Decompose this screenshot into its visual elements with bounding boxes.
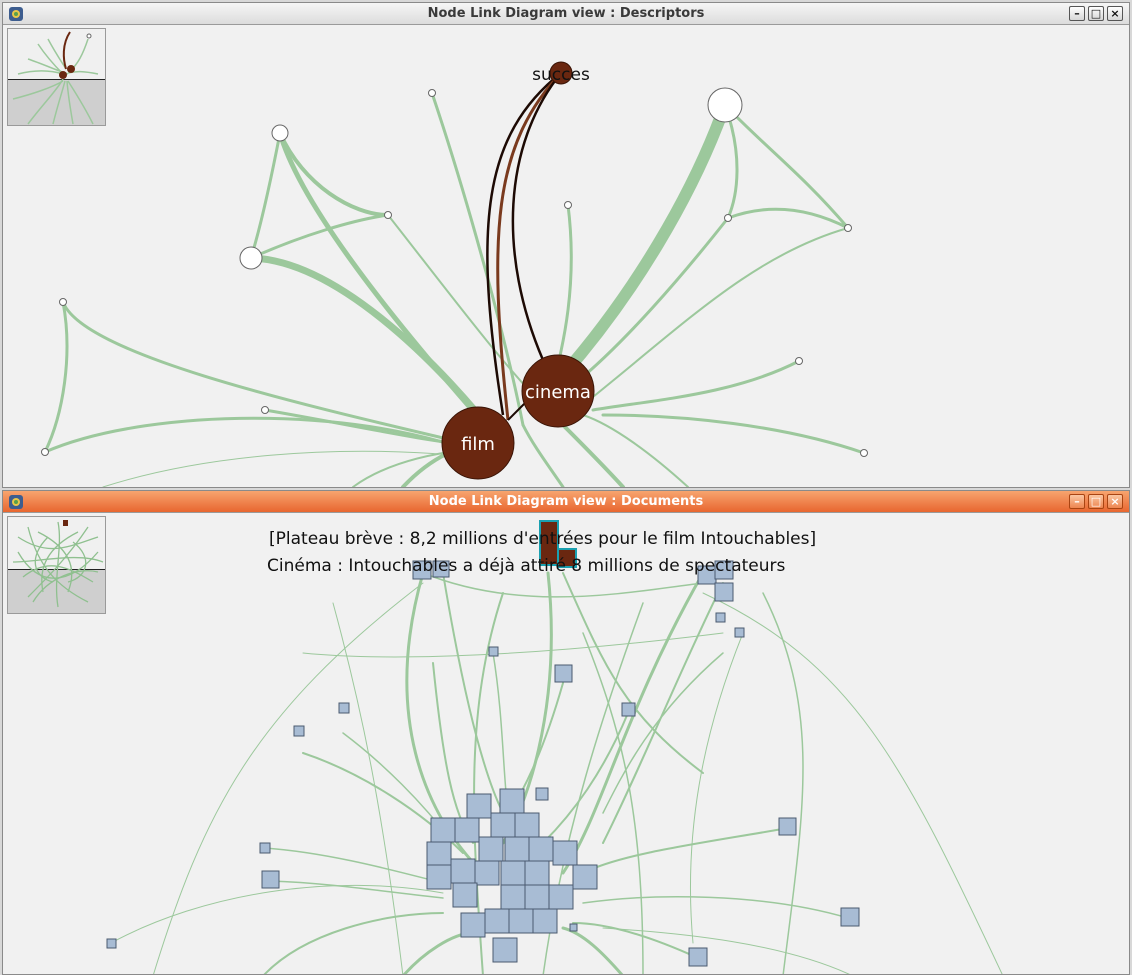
descriptor-node[interactable]	[564, 201, 572, 209]
document-node[interactable]	[548, 884, 574, 910]
descriptors-minimap-graph	[12, 31, 99, 125]
document-label-plateau: [Plateau brève : 8,2 millions d'entrées …	[269, 529, 817, 549]
descriptor-node[interactable]	[59, 298, 67, 306]
maximize-icon: □	[1090, 495, 1102, 508]
minimize-button[interactable]: –	[1069, 494, 1085, 509]
descriptor-nodes	[41, 87, 868, 457]
descriptor-node[interactable]	[271, 124, 289, 142]
document-node[interactable]	[535, 787, 549, 801]
document-node[interactable]	[569, 923, 578, 932]
minimize-icon: –	[1074, 495, 1080, 508]
descriptor-node[interactable]	[724, 214, 732, 222]
document-node[interactable]	[492, 937, 518, 963]
document-node[interactable]	[621, 702, 636, 717]
documents-minimap[interactable]	[7, 516, 106, 614]
maximize-icon: □	[1090, 7, 1102, 20]
document-nodes	[106, 560, 860, 967]
maximize-button[interactable]: □	[1088, 494, 1104, 509]
document-node[interactable]	[499, 788, 525, 814]
document-node[interactable]	[524, 860, 550, 886]
descriptors-minimap[interactable]	[7, 28, 106, 126]
document-node[interactable]	[474, 860, 500, 886]
descriptors-graph-canvas[interactable]: succes cinema film	[3, 25, 1129, 487]
document-node[interactable]	[452, 882, 478, 908]
descriptor-node[interactable]	[860, 449, 868, 457]
descriptor-node[interactable]	[795, 357, 803, 365]
document-node[interactable]	[514, 812, 540, 838]
descriptor-node[interactable]	[239, 246, 263, 270]
document-node[interactable]	[106, 938, 117, 949]
descriptors-window: Node Link Diagram view : Descriptors – □…	[2, 2, 1130, 488]
document-node[interactable]	[688, 947, 708, 967]
documents-window: Node Link Diagram view : Documents – □ ×	[2, 490, 1130, 975]
node-label-film: film	[461, 434, 495, 455]
maximize-button[interactable]: □	[1088, 6, 1104, 21]
document-node[interactable]	[293, 725, 305, 737]
document-node[interactable]	[488, 646, 499, 657]
document-node[interactable]	[450, 858, 476, 884]
descriptor-node[interactable]	[428, 89, 436, 97]
document-node[interactable]	[500, 860, 526, 886]
document-node[interactable]	[259, 842, 271, 854]
documents-minimap-graph	[12, 520, 104, 608]
document-node[interactable]	[572, 864, 598, 890]
document-node[interactable]	[466, 793, 492, 819]
document-node[interactable]	[532, 908, 558, 934]
document-node[interactable]	[484, 908, 510, 934]
documents-graph-canvas[interactable]	[3, 513, 1129, 975]
document-node[interactable]	[714, 582, 734, 602]
descriptor-node[interactable]	[261, 406, 269, 414]
document-node[interactable]	[840, 907, 860, 927]
descriptors-titlebar[interactable]: Node Link Diagram view : Descriptors – □…	[3, 3, 1129, 25]
descriptor-node[interactable]	[844, 224, 852, 232]
document-node[interactable]	[500, 884, 526, 910]
descriptors-window-title: Node Link Diagram view : Descriptors	[427, 6, 705, 21]
document-label-cinema: Cinéma : Intouchables a déjà attiré 8 mi…	[267, 556, 786, 576]
node-label-cinema: cinema	[525, 382, 591, 403]
document-node[interactable]	[426, 864, 452, 890]
minimize-button[interactable]: –	[1069, 6, 1085, 21]
document-node[interactable]	[490, 812, 516, 838]
documents-titlebar[interactable]: Node Link Diagram view : Documents – □ ×	[3, 491, 1129, 513]
document-node[interactable]	[478, 836, 504, 862]
document-node[interactable]	[778, 817, 797, 836]
document-node[interactable]	[524, 884, 550, 910]
documents-window-title: Node Link Diagram view : Documents	[428, 494, 704, 509]
document-node[interactable]	[504, 836, 530, 862]
document-node[interactable]	[715, 612, 726, 623]
close-icon: ×	[1110, 495, 1120, 508]
document-node[interactable]	[426, 841, 452, 867]
minimize-icon: –	[1074, 7, 1080, 20]
close-button[interactable]: ×	[1107, 6, 1123, 21]
node-label-succes: succes	[532, 65, 590, 85]
document-node[interactable]	[430, 817, 456, 843]
close-icon: ×	[1110, 7, 1120, 20]
document-node[interactable]	[508, 908, 534, 934]
document-node[interactable]	[528, 836, 554, 862]
document-node[interactable]	[454, 817, 480, 843]
descriptor-node[interactable]	[384, 211, 392, 219]
descriptor-node[interactable]	[41, 448, 49, 456]
close-button[interactable]: ×	[1107, 494, 1123, 509]
document-node[interactable]	[460, 912, 486, 938]
document-node[interactable]	[261, 870, 280, 889]
document-node[interactable]	[734, 627, 745, 638]
document-node[interactable]	[338, 702, 350, 714]
descriptor-node[interactable]	[707, 87, 743, 123]
document-node[interactable]	[552, 840, 578, 866]
document-node[interactable]	[554, 664, 573, 683]
